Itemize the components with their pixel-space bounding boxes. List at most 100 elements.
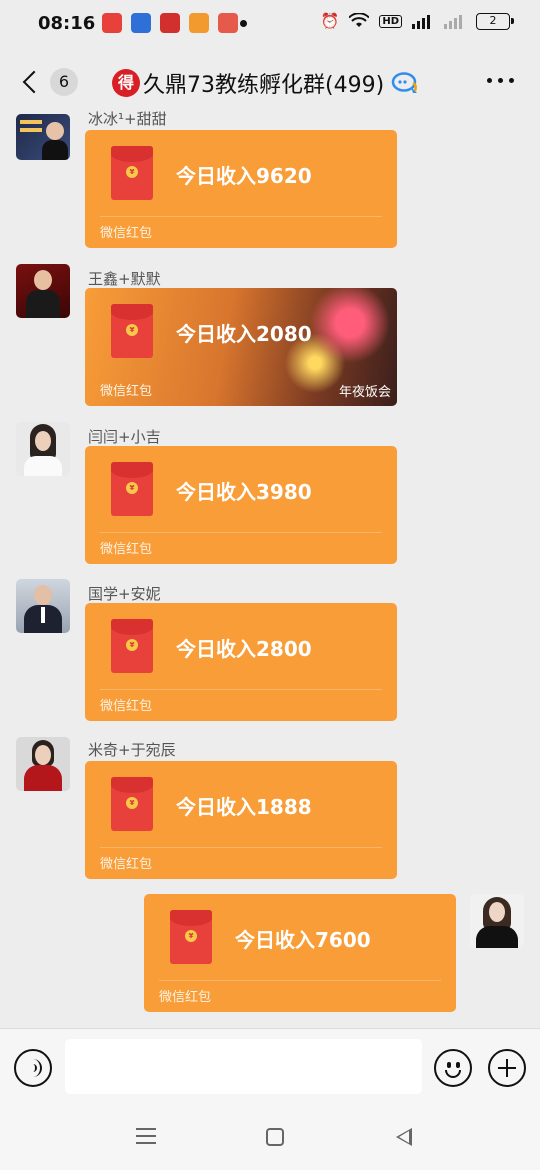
battery-icon: 2 (476, 12, 514, 30)
chat-title: 得 久鼎73教练孵化群(499) (112, 67, 419, 99)
red-packet[interactable]: ¥ 今日收入7600 微信红包 (144, 894, 456, 1012)
signal-icon-secondary (444, 15, 462, 29)
menu-line-icon (136, 1128, 156, 1130)
avatar-face (34, 585, 52, 605)
sender-name: 国学+安妮 (88, 585, 161, 603)
red-packet[interactable]: ¥ 今日收入9620 微信红包 (85, 130, 397, 248)
coin-icon: ¥ (126, 482, 138, 494)
red-packet[interactable]: ¥ 今日收入2080 微信红包 年夜饭会 (85, 288, 397, 406)
red-packet[interactable]: ¥ 今日收入1888 微信红包 (85, 761, 397, 879)
eye-icon (447, 1062, 451, 1068)
dot-icon (509, 78, 514, 83)
sender-name: 冰冰¹+甜甜 (88, 110, 167, 128)
coin-icon: ¥ (126, 324, 138, 336)
hd-icon: HD (379, 14, 402, 28)
chat-header: 6 得 久鼎73教练孵化群(499) (0, 48, 540, 114)
enterprise-chat-icon (391, 72, 418, 93)
red-packet-label: 微信红包 (100, 542, 153, 557)
red-envelope-icon: ¥ (111, 462, 153, 516)
red-envelope-icon: ¥ (111, 619, 153, 673)
app-notification-icon (218, 13, 238, 33)
app-notification-icon (102, 13, 122, 33)
group-title: 久鼎73教练孵化群(499) (143, 73, 385, 98)
avatar[interactable] (16, 422, 70, 476)
avatar[interactable] (16, 737, 70, 791)
system-nav-bar (0, 1108, 540, 1170)
avatar-face (35, 745, 51, 765)
red-packet-label: 微信红包 (100, 226, 153, 241)
red-packet-title: 今日收入3980 (176, 480, 312, 504)
divider (100, 532, 382, 533)
avatar-banner (20, 120, 42, 124)
avatar-body (24, 765, 62, 791)
avatar[interactable] (16, 114, 70, 160)
red-packet-title: 今日收入2080 (176, 322, 312, 346)
red-packet-label: 微信红包 (100, 699, 153, 714)
avatar-shirt (41, 607, 45, 623)
red-packet-cover-text: 年夜饭会 (338, 385, 391, 400)
red-packet[interactable]: ¥ 今日收入3980 微信红包 (85, 446, 397, 564)
more-actions-button[interactable] (488, 1049, 526, 1087)
app-notification-icon (160, 13, 180, 33)
coin-icon: ¥ (126, 639, 138, 651)
divider (100, 216, 382, 217)
avatar[interactable] (16, 579, 70, 633)
message-input[interactable] (65, 1039, 422, 1094)
dot-icon (487, 78, 492, 83)
red-packet-title: 今日收入2800 (176, 637, 312, 661)
divider (100, 847, 382, 848)
menu-line-icon (136, 1135, 156, 1137)
menu-line-icon (136, 1142, 156, 1144)
voice-input-button[interactable] (14, 1049, 52, 1087)
alarm-icon: ⏰ (320, 12, 340, 30)
avatar-banner (20, 128, 42, 132)
red-packet-label: 微信红包 (100, 857, 153, 872)
coin-icon: ¥ (126, 797, 138, 809)
red-packet-title: 今日收入9620 (176, 164, 312, 188)
avatar[interactable] (16, 264, 70, 318)
coin-icon: ¥ (126, 166, 138, 178)
avatar[interactable] (470, 894, 524, 948)
chat-input-bar (0, 1028, 540, 1108)
divider (100, 689, 382, 690)
sender-name: 王鑫+默默 (88, 270, 161, 288)
baidu-icon (131, 13, 151, 33)
red-packet-title: 今日收入7600 (235, 928, 371, 952)
red-envelope-icon: ¥ (111, 146, 153, 200)
more-notifications-dot (240, 20, 247, 27)
sender-name: 米奇+于宛辰 (88, 741, 176, 759)
home-button[interactable] (266, 1128, 284, 1146)
system-back-button[interactable] (396, 1128, 412, 1146)
divider (159, 980, 441, 981)
red-envelope-icon: ¥ (111, 304, 153, 358)
red-packet-label: 微信红包 (159, 990, 212, 1005)
recent-apps-button[interactable] (136, 1128, 156, 1144)
red-packet[interactable]: ¥ 今日收入2800 微信红包 (85, 603, 397, 721)
more-options-button[interactable] (487, 78, 514, 83)
unread-count-badge: 6 (50, 68, 78, 96)
avatar-body (42, 140, 68, 160)
eye-icon (456, 1062, 460, 1068)
avatar-body (24, 456, 62, 476)
red-envelope-icon: ¥ (170, 910, 212, 964)
red-envelope-icon: ¥ (111, 777, 153, 831)
taobao-icon (189, 13, 209, 33)
back-button[interactable]: 6 (20, 66, 80, 98)
avatar-face (46, 122, 64, 140)
avatar-face (489, 902, 505, 922)
dot-icon (498, 78, 503, 83)
sender-name: 闫闫+小吉 (88, 428, 161, 446)
red-packet-label: 微信红包 (100, 384, 153, 399)
status-bar: 08:16 ⏰ HD 2 (0, 0, 540, 48)
back-chevron-icon (22, 70, 46, 94)
avatar-body (476, 926, 518, 948)
status-time: 08:16 (38, 13, 96, 34)
smile-icon (445, 1070, 461, 1078)
signal-icon (412, 15, 430, 29)
emoji-button[interactable] (434, 1049, 472, 1087)
coin-icon: ¥ (185, 930, 197, 942)
wifi-icon (349, 13, 370, 27)
group-logo: 得 (112, 69, 140, 97)
status-app-icons (102, 13, 238, 33)
avatar-face (34, 270, 52, 290)
